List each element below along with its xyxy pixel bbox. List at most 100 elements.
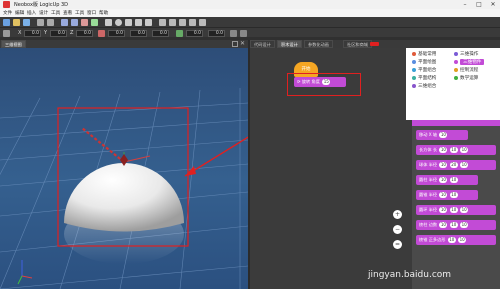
- palette-block-cone[interactable]: 圆锥 半径 10 10: [416, 190, 478, 200]
- category-dot: [412, 75, 416, 80]
- palette-block-pyramid[interactable]: 棱锥 正多边形 10 10: [416, 235, 496, 245]
- lock-icon[interactable]: [230, 29, 237, 37]
- category-2d-group[interactable]: 平面组合: [412, 67, 436, 73]
- open-folder-icon[interactable]: [13, 18, 20, 26]
- align-icon[interactable]: [179, 18, 186, 26]
- category-dot: [454, 67, 458, 72]
- z-field[interactable]: 0.0: [76, 29, 93, 37]
- 3d-viewport[interactable]: [0, 48, 248, 289]
- maximize-button[interactable]: □: [472, 0, 486, 9]
- x-field[interactable]: 0.0: [24, 29, 41, 37]
- category-dot: [412, 67, 416, 72]
- zoom-in-button[interactable]: +: [393, 210, 402, 219]
- category-dot: [412, 51, 416, 56]
- rz-field[interactable]: 0.0: [152, 29, 169, 37]
- ry-field[interactable]: 0.0: [130, 29, 147, 37]
- rotate-tool-icon[interactable]: [81, 18, 88, 26]
- palette-block-sphere[interactable]: 球体 半径 10 20 10: [416, 160, 496, 170]
- menu-bar: 文件 编辑 插入 设计 工具 查看 工具 窗口 帮助: [0, 9, 500, 17]
- category-dot: [454, 75, 458, 80]
- menu-tools[interactable]: 工具: [51, 10, 60, 16]
- category-3d-group[interactable]: 三维组合: [412, 83, 436, 89]
- main-toolbar: [0, 17, 500, 27]
- tab-community[interactable]: 社区和商城: [343, 40, 372, 48]
- category-math[interactable]: 数学运算: [454, 75, 478, 81]
- category-control[interactable]: 控制流程: [454, 67, 478, 73]
- tab-block-design[interactable]: 积木设计: [277, 40, 302, 48]
- title-bar: Neobox版 LogicUp 3D – □ ✕: [0, 0, 500, 9]
- block-workspace[interactable]: 开始 ⟳ 旋转 角度 15 + − =: [250, 48, 402, 289]
- category-list: 基础常用 三维操作 平面绘图 三维物件 平面组合 控制流程 平面结构 数学运算 …: [406, 48, 500, 120]
- cylinder-shape-icon[interactable]: [125, 18, 132, 26]
- rotate-icon: [98, 29, 105, 37]
- category-3d-ops[interactable]: 三维操作: [454, 51, 478, 57]
- scale-tool-icon[interactable]: [91, 18, 98, 26]
- menu-insert[interactable]: 插入: [27, 10, 36, 16]
- move-tool-icon[interactable]: [71, 18, 78, 26]
- hemisphere-object[interactable]: [64, 163, 184, 232]
- box-shape-icon[interactable]: [105, 18, 112, 26]
- close-panel-icon[interactable]: ✕: [240, 40, 245, 47]
- watermark-text: jingyan.baidu.com: [368, 270, 452, 280]
- category-dot: [454, 51, 458, 56]
- sx-field[interactable]: 0.0: [186, 29, 203, 37]
- snap-icon[interactable]: [3, 29, 10, 37]
- category-dot: [412, 59, 416, 64]
- menu-help[interactable]: 帮助: [99, 10, 108, 16]
- category-basic[interactable]: 基础常用: [412, 51, 436, 57]
- maximize-panel-icon[interactable]: [232, 41, 238, 47]
- redo-icon[interactable]: [47, 18, 54, 26]
- menu-tools-2[interactable]: 工具: [75, 10, 84, 16]
- annotation-arrowhead: [185, 166, 196, 176]
- scale-icon: [176, 29, 183, 37]
- menu-edit[interactable]: 编辑: [15, 10, 24, 16]
- axis-indicator: [17, 260, 33, 285]
- window-title: Neobox版 LogicUp 3D: [14, 2, 69, 8]
- zoom-reset-button[interactable]: =: [393, 240, 402, 249]
- y-field[interactable]: 0.0: [50, 29, 67, 37]
- array-icon[interactable]: [199, 18, 206, 26]
- x-label: X: [18, 30, 22, 36]
- category-2d-structure[interactable]: 平面结构: [412, 75, 436, 81]
- reset-icon[interactable]: [240, 29, 247, 37]
- category-dot: [412, 83, 416, 88]
- app-icon: [3, 1, 10, 8]
- minimize-button[interactable]: –: [458, 0, 472, 9]
- new-file-icon[interactable]: [3, 18, 10, 26]
- save-icon[interactable]: [23, 18, 30, 26]
- palette-block-cylinder[interactable]: 圆柱 半径 10 10: [416, 175, 478, 185]
- rx-field[interactable]: 0.0: [108, 29, 125, 37]
- group-icon[interactable]: [159, 18, 166, 26]
- tab-3d-view[interactable]: 三维视图: [1, 40, 26, 48]
- palette-block-box[interactable]: 长方体 长 10 10 10: [416, 145, 496, 155]
- start-block-label: 开始: [301, 67, 311, 72]
- torus-shape-icon[interactable]: [145, 18, 152, 26]
- transform-toolbar: X 0.0 Y 0.0 Z 0.0 0.0 0.0 0.0 0.0 0.0: [0, 27, 500, 37]
- cone-shape-icon[interactable]: [135, 18, 142, 26]
- category-2d-draw[interactable]: 平面绘图: [412, 59, 436, 65]
- ungroup-icon[interactable]: [169, 18, 176, 26]
- viewport-tab-row: 三维视图 ✕: [0, 40, 248, 48]
- zoom-out-button[interactable]: −: [393, 225, 402, 234]
- category-3d-objects[interactable]: 三维物件: [454, 59, 485, 65]
- menu-design[interactable]: 设计: [39, 10, 48, 16]
- category-dot: [454, 59, 458, 64]
- mirror-icon[interactable]: [189, 18, 196, 26]
- new-badge: [370, 42, 379, 46]
- menu-window[interactable]: 窗口: [87, 10, 96, 16]
- select-tool-icon[interactable]: [61, 18, 68, 26]
- tab-code-design[interactable]: 代码设计: [250, 40, 275, 48]
- menu-file[interactable]: 文件: [3, 10, 12, 16]
- undo-icon[interactable]: [37, 18, 44, 26]
- sy-field[interactable]: 0.0: [208, 29, 225, 37]
- palette-block-prism[interactable]: 棱柱 边数 10 10 10: [416, 220, 496, 230]
- palette-header-bar: [412, 120, 500, 126]
- tab-param-animation[interactable]: 参数化动画: [304, 40, 333, 48]
- close-button[interactable]: ✕: [486, 0, 500, 9]
- palette-block-torus[interactable]: 圆环 半径 10 10 10: [416, 205, 496, 215]
- menu-view[interactable]: 查看: [63, 10, 72, 16]
- gizmo-axis-x[interactable]: [81, 127, 125, 163]
- palette-block-move[interactable]: 移动 X 轴 10: [416, 130, 468, 140]
- sphere-shape-icon[interactable]: [115, 18, 122, 26]
- z-label: Z: [70, 30, 74, 36]
